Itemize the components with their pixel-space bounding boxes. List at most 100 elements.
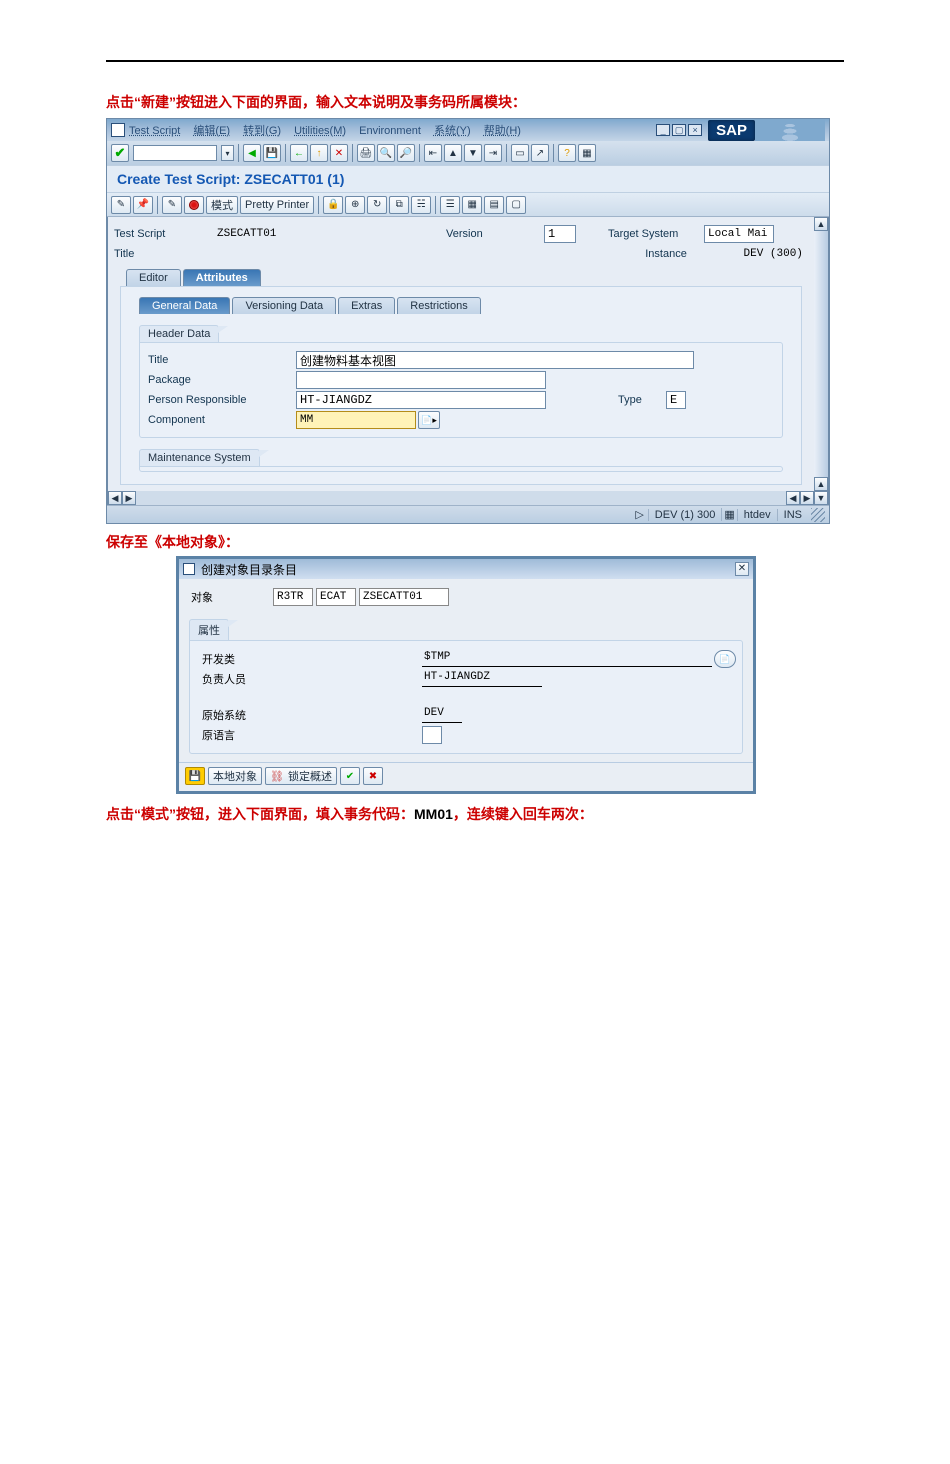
- sap-window: Test Script 编辑(E) 转到(G) Utilities(M) Env…: [106, 118, 830, 524]
- shortcut-button[interactable]: ↗: [531, 144, 549, 162]
- menu-test-script[interactable]: Test Script: [129, 125, 180, 137]
- header-data-title: Header Data: [139, 325, 219, 343]
- exit-button[interactable]: ↑: [310, 144, 328, 162]
- dialog-ok-button[interactable]: ✔: [340, 767, 360, 785]
- hd-title-field[interactable]: 创建物料基本视图: [296, 351, 694, 369]
- save-dialog: 创建对象目录条目 ✕ 对象 R3TR ECAT ZSECATT01 属性 开发类…: [176, 556, 756, 794]
- menu-help[interactable]: 帮助(H): [484, 125, 521, 137]
- lock-icon[interactable]: 🔒: [323, 196, 343, 214]
- person-field[interactable]: HT-JIANGDZ: [296, 391, 546, 409]
- menu-system[interactable]: 系统(Y): [434, 125, 471, 137]
- command-field[interactable]: [133, 145, 217, 161]
- status-server-icon[interactable]: ▦: [721, 508, 736, 521]
- new-session-button[interactable]: ▭: [511, 144, 529, 162]
- hd-title-label: Title: [146, 354, 296, 366]
- pencil-edit-icon[interactable]: ✎: [111, 196, 131, 214]
- prev-page-button[interactable]: ▲: [444, 144, 462, 162]
- layout2-icon[interactable]: ▤: [484, 196, 504, 214]
- tree-icon[interactable]: ☵: [411, 196, 431, 214]
- status-expand-icon[interactable]: ▷: [635, 508, 647, 521]
- devclass-f4-button[interactable]: 📄: [714, 650, 736, 668]
- dialog-icon: [183, 563, 195, 575]
- save-button[interactable]: 💾: [263, 144, 281, 162]
- pretty-printer-button[interactable]: Pretty Printer: [240, 196, 314, 214]
- dialog-close-button[interactable]: ✕: [735, 562, 749, 576]
- nav-back-button[interactable]: ←: [290, 144, 308, 162]
- devclass-field[interactable]: $TMP: [422, 651, 712, 667]
- object-label: 对象: [185, 589, 273, 605]
- app-title: Create Test Script: ZSECATT01 (1): [107, 165, 829, 193]
- tab-attributes[interactable]: Attributes: [183, 269, 261, 286]
- command-dropdown[interactable]: ▾: [221, 145, 234, 161]
- target-system-label: Target System: [606, 228, 704, 240]
- sap-content: Test Script ZSECATT01 Version 1 Target S…: [108, 217, 814, 491]
- dperson-label: 负责人员: [196, 671, 422, 687]
- subtab-general[interactable]: General Data: [139, 297, 230, 314]
- menu-edit[interactable]: 编辑(E): [193, 125, 230, 137]
- menu-environment[interactable]: Environment: [359, 125, 421, 137]
- content-area: Test Script ZSECATT01 Version 1 Target S…: [107, 217, 829, 505]
- local-object-button[interactable]: 本地对象: [208, 767, 262, 785]
- stop-button[interactable]: [184, 196, 204, 214]
- copy-icon[interactable]: ⧉: [389, 196, 409, 214]
- sap-titlebar: Test Script 编辑(E) 转到(G) Utilities(M) Env…: [107, 119, 829, 141]
- menu-utilities[interactable]: Utilities(M): [294, 125, 346, 137]
- origsys-field[interactable]: DEV: [422, 707, 462, 723]
- hierarchy-icon[interactable]: ☰: [440, 196, 460, 214]
- cancel-button[interactable]: ✕: [330, 144, 348, 162]
- type-field[interactable]: E: [666, 391, 686, 409]
- package-label: Package: [146, 374, 296, 386]
- caption-2: 保存至《本地对象》：: [106, 532, 844, 552]
- resize-grip[interactable]: [811, 508, 825, 522]
- origlang-field[interactable]: [422, 726, 442, 744]
- window-buttons: _ ▢ × SAP: [654, 119, 825, 141]
- origlang-label: 原语言: [196, 727, 422, 743]
- back-button[interactable]: ◀: [243, 144, 261, 162]
- grid-icon[interactable]: ▦: [462, 196, 482, 214]
- close-button[interactable]: ×: [688, 124, 702, 136]
- execute-icon[interactable]: ⊕: [345, 196, 365, 214]
- tab-editor[interactable]: Editor: [126, 269, 181, 286]
- instance-value: DEV (300): [741, 245, 811, 263]
- dperson-field[interactable]: HT-JIANGDZ: [422, 671, 542, 687]
- top-rule: [106, 60, 844, 62]
- package-field[interactable]: [296, 371, 546, 389]
- dialog-title-text: 创建对象目录条目: [201, 561, 297, 578]
- refresh-icon[interactable]: ↻: [367, 196, 387, 214]
- minimize-button[interactable]: _: [656, 124, 670, 136]
- pin-icon[interactable]: 📌: [133, 196, 153, 214]
- app-icon: [111, 123, 125, 137]
- help-button[interactable]: ?: [558, 144, 576, 162]
- mode-button[interactable]: 模式: [206, 196, 238, 214]
- blank-icon[interactable]: ▢: [506, 196, 526, 214]
- subtab-restrictions[interactable]: Restrictions: [397, 297, 480, 314]
- menu-goto[interactable]: 转到(G): [243, 125, 281, 137]
- status-ins: INS: [777, 509, 808, 521]
- maximize-button[interactable]: ▢: [672, 124, 686, 136]
- title-main-label: Title: [112, 248, 213, 260]
- last-page-button[interactable]: ⇥: [484, 144, 502, 162]
- f4-help-button[interactable]: 📄▸: [418, 411, 440, 429]
- find-next-button[interactable]: 🔎: [397, 144, 415, 162]
- version-field[interactable]: 1: [544, 225, 576, 243]
- status-host: htdev: [737, 509, 777, 521]
- dialog-save-button[interactable]: 💾: [185, 767, 205, 785]
- vscrollbar[interactable]: ▲ ▲ ▼: [814, 217, 828, 505]
- enter-button[interactable]: ✔: [111, 144, 129, 162]
- type-label: Type: [616, 394, 666, 406]
- subtab-extras[interactable]: Extras: [338, 297, 395, 314]
- dialog-cancel-button[interactable]: ✖: [363, 767, 383, 785]
- hscrollbar[interactable]: ◀▶ ◀▶: [108, 491, 814, 505]
- origsys-label: 原始系统: [196, 707, 422, 723]
- layout-button[interactable]: ▦: [578, 144, 596, 162]
- target-system-field[interactable]: Local Mai: [704, 225, 774, 243]
- app-toolbar: ✎ 📌 ✎ 模式 Pretty Printer 🔒 ⊕ ↻ ⧉ ☵ ☰ ▦ ▤ …: [107, 193, 829, 217]
- edit2-icon[interactable]: ✎: [162, 196, 182, 214]
- print-button[interactable]: 🖨: [357, 144, 375, 162]
- lock-overview-button[interactable]: ⛓锁定概述: [265, 767, 337, 785]
- next-page-button[interactable]: ▼: [464, 144, 482, 162]
- first-page-button[interactable]: ⇤: [424, 144, 442, 162]
- find-button[interactable]: 🔍: [377, 144, 395, 162]
- component-field[interactable]: MM: [296, 411, 416, 429]
- subtab-versioning[interactable]: Versioning Data: [232, 297, 336, 314]
